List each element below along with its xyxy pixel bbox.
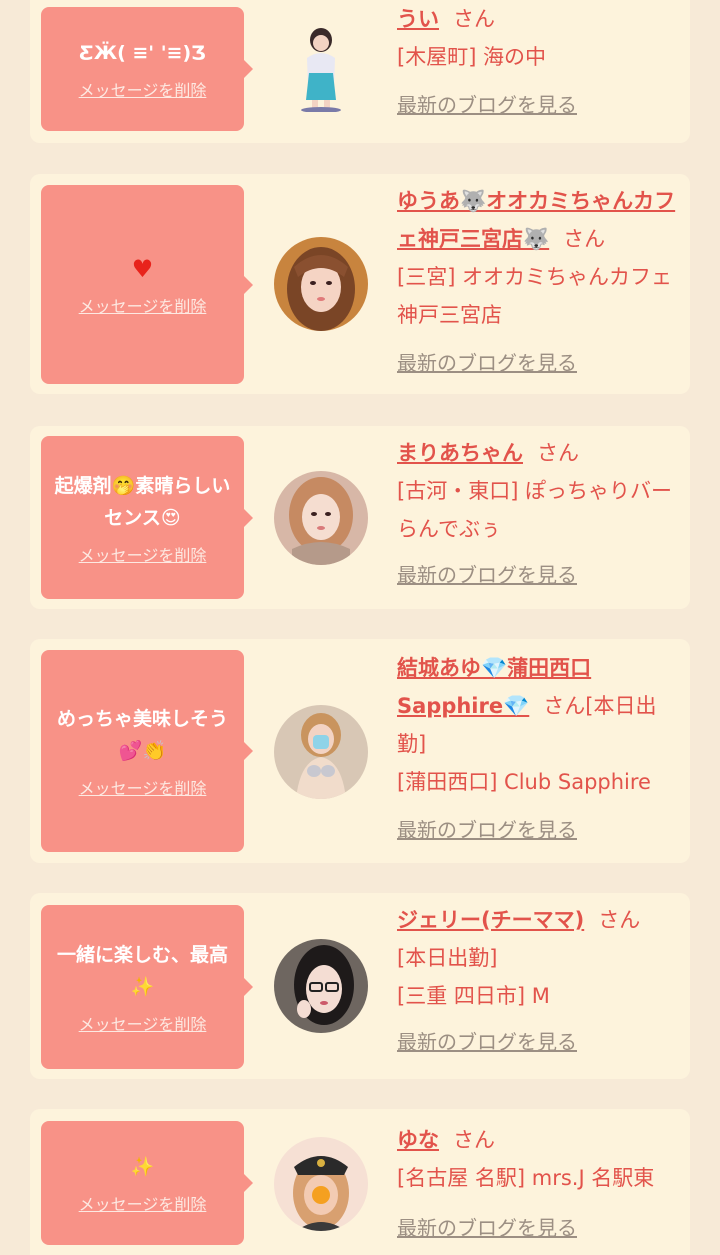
honorific: さん — [598, 908, 641, 932]
shop-location: [蒲田西口] Club Sapphire — [397, 770, 651, 794]
girl-portrait-photo-icon — [274, 705, 368, 799]
honorific: さん — [537, 441, 579, 465]
delete-message-link[interactable]: メッセージを削除 — [79, 542, 207, 566]
user-name-link[interactable]: まりあちゃん — [397, 441, 523, 465]
work-status: [本日出勤] — [397, 946, 498, 970]
message-bubble: 一緒に楽しむ、最高✨ メッセージを削除 — [41, 905, 253, 1069]
user-name-link[interactable]: ゆうあ🐺オオカミちゃんカフェ神戸三宮店🐺 — [397, 189, 675, 251]
latest-blog-link[interactable]: 最新のブログを見る — [397, 811, 577, 849]
girl-standing-photo-icon — [301, 28, 341, 112]
avatar[interactable] — [274, 237, 368, 331]
user-name-link[interactable]: うい — [397, 7, 439, 31]
message-bubble: ƸӜ( ≡' '≡)Ʒ メッセージを削除 — [41, 7, 253, 131]
message-text: 一緒に楽しむ、最高✨ — [56, 944, 228, 998]
user-name-link[interactable]: ジェリー(チーママ) — [397, 908, 584, 932]
delete-message-link[interactable]: メッセージを削除 — [79, 1191, 207, 1215]
message-card: 一緒に楽しむ、最高✨ メッセージを削除 ジェリー(チーママ) さん [本日出勤] … — [30, 893, 690, 1079]
delete-message-link[interactable]: メッセージを削除 — [79, 1011, 207, 1035]
girl-glasses-photo-icon — [274, 939, 368, 1033]
message-card: めっちゃ美味しそう💕👏 メッセージを削除 結城あゆ💎蒲田西口Sapphire💎 さ… — [30, 639, 690, 863]
message-bubble: ✨ メッセージを削除 — [41, 1121, 253, 1245]
message-bubble: ♥ メッセージを削除 — [41, 185, 253, 384]
delete-message-link[interactable]: メッセージを削除 — [79, 775, 207, 799]
latest-blog-link[interactable]: 最新のブログを見る — [397, 1023, 577, 1061]
honorific: さん — [563, 227, 606, 251]
honorific: さん — [453, 7, 495, 31]
message-card: ✨ メッセージを削除 ゆな さん [名古屋 名駅] mrs.J 名駅東 最新のブロ… — [30, 1109, 690, 1255]
message-card: ƸӜ( ≡' '≡)Ʒ メッセージを削除 うい さん [木屋町] 海の中 最新のブ… — [30, 0, 690, 143]
shop-location: [古河・東口] ぽっちゃりバー らんでぶぅ — [397, 479, 673, 541]
delete-message-link[interactable]: メッセージを削除 — [79, 77, 207, 101]
message-bubble: めっちゃ美味しそう💕👏 メッセージを削除 — [41, 650, 253, 852]
shop-location: [名古屋 名駅] mrs.J 名駅東 — [397, 1166, 655, 1190]
message-bubble: 起爆剤🤭素晴らしいセンス😍 メッセージを削除 — [41, 436, 253, 599]
avatar[interactable] — [274, 705, 368, 799]
shop-location: [三重 四日市] M — [397, 984, 550, 1008]
latest-blog-link[interactable]: 最新のブログを見る — [397, 556, 577, 594]
user-info: ゆうあ🐺オオカミちゃんカフェ神戸三宮店🐺 さん [三宮] オオカミちゃんカフェ神戸… — [397, 182, 685, 382]
message-text: ƸӜ( ≡' '≡)Ʒ — [79, 42, 206, 64]
message-card: 起爆剤🤭素晴らしいセンス😍 メッセージを削除 まりあちゃん さん [古河・東口] … — [30, 426, 690, 609]
latest-blog-link[interactable]: 最新のブログを見る — [397, 86, 577, 124]
user-name-link[interactable]: ゆな — [397, 1128, 439, 1152]
user-info: 結城あゆ💎蒲田西口Sapphire💎 さん[本日出勤] [蒲田西口] Club S… — [397, 649, 685, 849]
message-card: ♥ メッセージを削除 ゆうあ🐺オオカミちゃんカフェ神戸三宮店🐺 さん [三宮] オ… — [30, 174, 690, 394]
message-text: 起爆剤🤭素晴らしいセンス😍 — [54, 474, 231, 529]
user-info: ジェリー(チーママ) さん [本日出勤] [三重 四日市] M 最新のブログを見る — [397, 901, 685, 1061]
avatar[interactable] — [274, 471, 368, 565]
avatar[interactable] — [274, 1137, 368, 1231]
latest-blog-link[interactable]: 最新のブログを見る — [397, 1209, 577, 1247]
user-info: まりあちゃん さん [古河・東口] ぽっちゃりバー らんでぶぅ 最新のブログを見る — [397, 434, 685, 594]
latest-blog-link[interactable]: 最新のブログを見る — [397, 344, 577, 382]
honorific: さん — [543, 694, 586, 718]
heart-icon: ♥ — [131, 254, 154, 283]
message-text: めっちゃ美味しそう💕👏 — [56, 708, 228, 762]
honorific: さん — [453, 1128, 495, 1152]
girl-police-hat-photo-icon — [274, 1137, 368, 1231]
avatar[interactable] — [274, 939, 368, 1033]
message-text: ♥ — [132, 253, 154, 285]
message-text: ✨ — [130, 1156, 155, 1178]
girl-portrait-photo-icon — [274, 471, 368, 565]
delete-message-link[interactable]: メッセージを削除 — [79, 293, 207, 317]
user-info: うい さん [木屋町] 海の中 最新のブログを見る — [397, 0, 685, 124]
user-info: ゆな さん [名古屋 名駅] mrs.J 名駅東 最新のブログを見る — [397, 1121, 685, 1247]
shop-location: [木屋町] 海の中 — [397, 45, 547, 69]
avatar[interactable] — [274, 18, 368, 112]
girl-portrait-photo-icon — [274, 237, 368, 331]
shop-location: [三宮] オオカミちゃんカフェ神戸三宮店 — [397, 265, 673, 327]
